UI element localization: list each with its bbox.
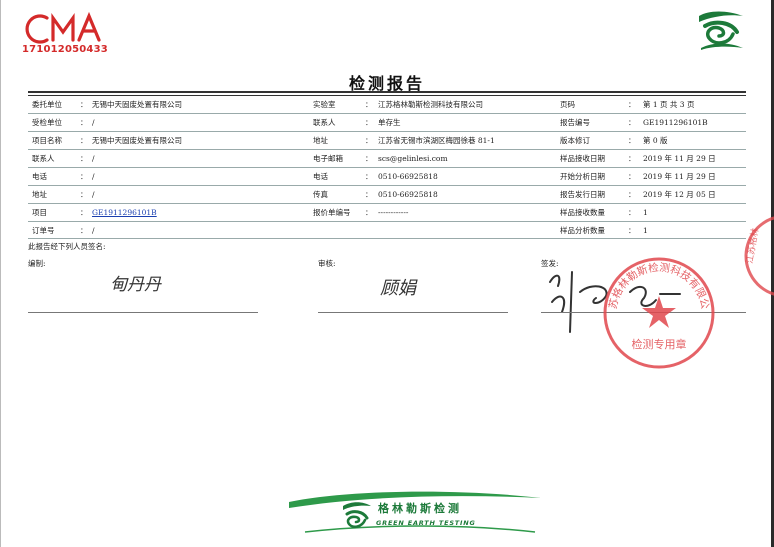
footer-company-en: GREEN EARTH TESTING bbox=[376, 519, 476, 527]
label-report-no: 报告编号 bbox=[560, 118, 590, 127]
value-issue-date: 2019 年 12 月 05 日 bbox=[643, 190, 716, 199]
value-sample-analyzed-count: 1 bbox=[643, 226, 648, 235]
row-divider bbox=[28, 113, 746, 114]
value-email: scs@gelinlesi.com bbox=[378, 154, 448, 163]
info-row-7: 项目 ： GE1911296101B 报价单编号 ： ------------ … bbox=[0, 206, 774, 220]
svg-text:甸丹丹: 甸丹丹 bbox=[110, 275, 162, 295]
compiler-sign-line bbox=[28, 312, 258, 313]
row-divider bbox=[28, 203, 746, 204]
value-order-no: / bbox=[92, 226, 95, 235]
value-client: 无锡中天固废处置有限公司 bbox=[92, 100, 182, 109]
label-email: 电子邮箱 bbox=[313, 154, 343, 163]
row-divider bbox=[28, 131, 746, 132]
row-divider bbox=[28, 185, 746, 186]
label-project: 项目 bbox=[32, 208, 47, 217]
row-divider bbox=[28, 149, 746, 150]
svg-text:顾娟: 顾娟 bbox=[380, 278, 418, 299]
label-analysis-start: 开始分析日期 bbox=[560, 172, 605, 181]
label-sample-analyzed-count: 样品分析数量 bbox=[560, 226, 605, 235]
value-revision: 第 0 版 bbox=[643, 136, 668, 145]
info-row-4: 联系人 ： / 电子邮箱 ： scs@gelinlesi.com 样品接收日期 … bbox=[0, 152, 774, 166]
svg-text:江苏格林勒斯检测科技有限公司: 江苏格林勒斯检测科技有限公司 bbox=[600, 254, 711, 311]
svg-text:检测专用章: 检测专用章 bbox=[632, 337, 687, 351]
value-received-date: 2019 年 11 月 29 日 bbox=[643, 154, 716, 163]
project-number-link[interactable]: GE1911296101B bbox=[92, 206, 157, 220]
title-rule bbox=[28, 91, 746, 93]
title-rule-thin bbox=[28, 95, 746, 96]
label-received-date: 样品接收日期 bbox=[560, 154, 605, 163]
label-revision: 版本修订 bbox=[560, 136, 590, 145]
green-earth-logo-icon bbox=[699, 11, 743, 50]
info-row-8: 订单号 ： / 样品分析数量 ： 1 bbox=[0, 224, 774, 238]
compiler-signature: 甸丹丹 bbox=[110, 275, 162, 295]
label-contact: 联系人 bbox=[313, 118, 336, 127]
info-row-5: 电话 ： / 电话 ： 0510-66925818 开始分析日期 ： 2019 … bbox=[0, 170, 774, 184]
label-project-name: 项目名称 bbox=[32, 136, 62, 145]
partial-seal: 江苏格林 bbox=[743, 216, 774, 296]
compiler-label: 编制: bbox=[28, 259, 46, 268]
label-inspected-unit: 受检单位 bbox=[32, 118, 62, 127]
value-quote-no: ------------ bbox=[378, 208, 409, 217]
label-client-phone: 电话 bbox=[32, 172, 47, 181]
label-issue-date: 报告发行日期 bbox=[560, 190, 605, 199]
info-row-2: 受检单位 ： / 联系人 ： 单存生 报告编号 ： GE1911296101B bbox=[0, 116, 774, 130]
label-page: 页码 bbox=[560, 100, 575, 109]
info-row-6: 地址 ： / 传真 ： 0510-66925818 报告发行日期 ： 2019 … bbox=[0, 188, 774, 202]
value-sample-received-count: 1 bbox=[643, 208, 648, 217]
value-page: 第 1 页 共 3 页 bbox=[643, 100, 695, 109]
label-client: 委托单位 bbox=[32, 100, 62, 109]
label-phone: 电话 bbox=[313, 172, 328, 181]
reviewer-label: 审核: bbox=[318, 259, 336, 268]
row-divider bbox=[28, 167, 746, 168]
value-inspected-unit: / bbox=[92, 118, 95, 127]
cma-number: 171012050433 bbox=[22, 44, 108, 55]
value-analysis-start: 2019 年 11 月 29 日 bbox=[643, 172, 716, 181]
footer-company-cn: 格林勒斯检测 bbox=[378, 502, 462, 515]
label-order-no: 订单号 bbox=[32, 226, 55, 235]
label-address: 地址 bbox=[313, 136, 328, 145]
reviewer-sign-line bbox=[318, 312, 508, 313]
value-phone: 0510-66925818 bbox=[378, 172, 438, 181]
value-report-no: GE1911296101B bbox=[643, 118, 708, 127]
value-contact: 单存生 bbox=[378, 118, 401, 127]
reviewer-signature: 顾娟 bbox=[380, 278, 418, 299]
value-fax: 0510-66925818 bbox=[378, 190, 438, 199]
label-quote-no: 报价单编号 bbox=[313, 208, 351, 217]
label-sample-received-count: 样品接收数量 bbox=[560, 208, 605, 217]
value-client-phone: / bbox=[92, 172, 95, 181]
row-divider bbox=[28, 221, 746, 222]
official-seal: 江苏格林勒斯检测科技有限公司 检测专用章 bbox=[600, 254, 715, 369]
signature-note: 此报告经下列人员签名: bbox=[28, 242, 106, 251]
label-fax: 传真 bbox=[313, 190, 328, 199]
label-lab: 实验室 bbox=[313, 100, 336, 109]
info-row-1: 委托单位 ： 无锡中天固废处置有限公司 实验室 ： 江苏格林勒斯检测科技有限公司… bbox=[0, 98, 774, 112]
row-divider bbox=[28, 238, 746, 239]
label-client-contact: 联系人 bbox=[32, 154, 55, 163]
value-lab: 江苏格林勒斯检测科技有限公司 bbox=[378, 100, 483, 109]
value-client-address: / bbox=[92, 190, 95, 199]
value-project-name: 无锡中天固废处置有限公司 bbox=[92, 136, 182, 145]
info-row-3: 项目名称 ： 无锡中天固废处置有限公司 地址 ： 江苏省无锡市滨湖区梅园徐巷 8… bbox=[0, 134, 774, 148]
label-client-address: 地址 bbox=[32, 190, 47, 199]
value-address: 江苏省无锡市滨湖区梅园徐巷 81-1 bbox=[378, 136, 495, 145]
value-client-contact: / bbox=[92, 154, 95, 163]
